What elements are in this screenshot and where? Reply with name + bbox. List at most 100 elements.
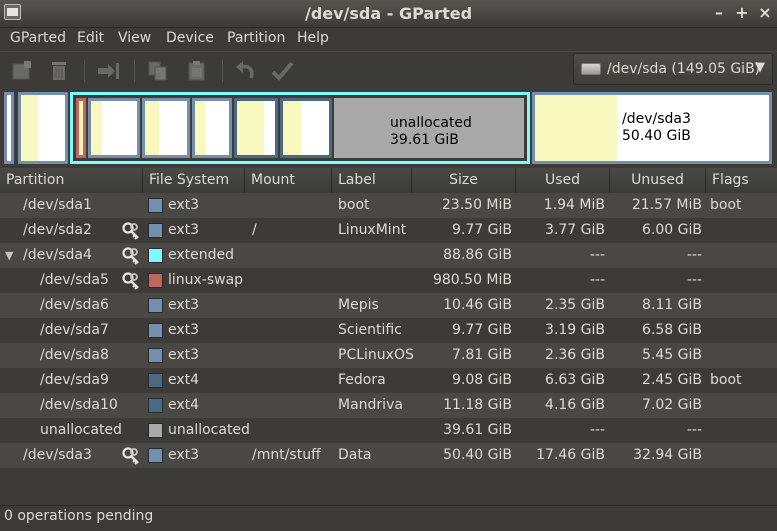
used-space-bar <box>145 101 159 155</box>
table-row[interactable]: ▼ /dev/sda4 extended 88.86 GiB --- --- <box>0 243 777 268</box>
partition-size: 50.40 GiB <box>443 447 512 463</box>
partition-unused: --- <box>686 422 702 438</box>
diskmap-partition-sda3[interactable]: /dev/sda3 50.40 GiB <box>532 92 772 164</box>
table-row[interactable]: /dev/sda6 ext3 Mepis 10.46 GiB 2.35 GiB 8.11 … <box>0 293 777 318</box>
column-header-partition[interactable]: Partition <box>0 168 143 193</box>
menu-gparted[interactable]: GParted <box>10 30 66 46</box>
partition-size: 11.18 GiB <box>443 397 512 413</box>
maximize-button[interactable]: + <box>731 2 753 24</box>
column-header-flags[interactable]: Flags <box>706 168 777 193</box>
partition-label: Fedora <box>338 372 386 388</box>
partition-unused: 2.45 GiB <box>642 372 702 388</box>
diskmap-partition-sda2[interactable] <box>18 92 68 164</box>
diskmap-unallocated[interactable]: unallocated 39.61 GiB <box>334 98 524 158</box>
column-header-used[interactable]: Used <box>516 168 610 193</box>
diskmap-sda3-size: 50.40 GiB <box>622 128 691 144</box>
apply-icon[interactable] <box>270 58 296 84</box>
close-button[interactable]: × <box>754 2 776 24</box>
table-row[interactable]: /dev/sda1 ext3 boot 23.50 MiB 1.94 MiB 21.57 … <box>0 193 777 218</box>
table-row[interactable]: unallocated unallocated 39.61 GiB --- --- <box>0 418 777 443</box>
partition-used: --- <box>589 272 605 288</box>
copy-icon[interactable] <box>145 58 171 84</box>
diskmap-partition-sda4[interactable]: unallocated 39.61 GiB <box>70 92 530 164</box>
table-row[interactable]: /dev/sda10 ext4 Mandriva 11.18 GiB 4.16 GiB 7… <box>0 393 777 418</box>
column-header-mountpoint[interactable]: Mount Point <box>245 168 332 213</box>
partition-used: 2.35 GiB <box>545 297 605 313</box>
menu-partition[interactable]: Partition <box>227 30 285 46</box>
disk-map: unallocated 39.61 GiB /dev/sda3 50.40 Gi… <box>4 92 772 164</box>
menu-view[interactable]: View <box>118 30 151 46</box>
partition-used: 1.94 MiB <box>543 197 605 213</box>
minimize-button[interactable]: – <box>708 2 730 24</box>
partition-used: 2.36 GiB <box>545 347 605 363</box>
column-header-size[interactable]: Size <box>412 168 516 193</box>
partition-used: 17.46 GiB <box>536 447 605 463</box>
partition-unused: 7.02 GiB <box>642 397 702 413</box>
partition-unused: 8.11 GiB <box>642 297 702 313</box>
diskmap-partition-sda5[interactable] <box>76 98 86 158</box>
diskmap-partition-sda10[interactable] <box>280 98 332 158</box>
filesystem-type: ext3 <box>168 347 200 363</box>
partition-flags: boot <box>710 197 742 213</box>
table-row[interactable]: /dev/sda5 linux-swap 980.50 MiB --- --- <box>0 268 777 293</box>
partition-label: boot <box>338 197 370 213</box>
title-bar: /dev/sda - GParted – + × <box>0 0 777 28</box>
diskmap-partition-sda6[interactable] <box>88 98 140 158</box>
used-space-bar <box>535 95 617 161</box>
table-row[interactable]: /dev/sda7 ext3 Scientific 9.77 GiB 3.19 GiB 6… <box>0 318 777 343</box>
partition-name: /dev/sda6 <box>40 297 109 313</box>
paste-icon[interactable] <box>184 58 210 84</box>
partition-name: /dev/sda5 <box>40 272 109 288</box>
table-row[interactable]: /dev/sda3 ext3/mnt/stuff Data 50.40 GiB 17.4… <box>0 443 777 468</box>
column-header-unused[interactable]: Unused <box>610 168 706 193</box>
partition-size: 88.86 GiB <box>443 247 512 263</box>
partition-name: /dev/sda2 <box>23 222 92 238</box>
menu-device[interactable]: Device <box>166 30 214 46</box>
diskmap-partition-sda9[interactable] <box>234 98 278 158</box>
table-row[interactable]: /dev/sda2 ext3 / LinuxMint 9.77 GiB 3.77 GiB 6… <box>0 218 777 243</box>
column-header-label[interactable]: Label <box>332 168 412 193</box>
filesystem-color-swatch <box>148 373 163 388</box>
used-space-bar <box>237 101 264 155</box>
partition-used: 6.63 GiB <box>545 372 605 388</box>
partition-size: 39.61 GiB <box>443 422 512 438</box>
filesystem-type: linux-swap <box>168 272 244 288</box>
key-icon <box>121 221 141 241</box>
status-text: 0 operations pending <box>4 508 154 524</box>
diskmap-partition-sda1[interactable] <box>4 92 14 164</box>
expander-icon[interactable]: ▼ <box>5 243 13 268</box>
device-selector[interactable]: /dev/sda (149.05 GiB) ▼ <box>573 53 773 85</box>
partition-label: Mandriva <box>338 397 403 413</box>
partition-used: 3.19 GiB <box>545 322 605 338</box>
resize-move-icon[interactable] <box>95 58 121 84</box>
undo-icon[interactable] <box>233 58 259 84</box>
partition-name: /dev/sda9 <box>40 372 109 388</box>
filesystem-type: ext3 <box>168 197 200 213</box>
new-icon[interactable] <box>9 58 35 84</box>
column-header-filesystem[interactable]: File System <box>143 168 245 193</box>
menu-help[interactable]: Help <box>297 30 329 46</box>
menu-edit[interactable]: Edit <box>77 30 104 46</box>
used-space-bar <box>283 101 301 155</box>
diskmap-partition-sda7[interactable] <box>142 98 190 158</box>
filesystem-color-swatch <box>148 248 163 263</box>
partition-unused: --- <box>686 272 702 288</box>
delete-icon[interactable] <box>46 58 72 84</box>
partition-size: 23.50 MiB <box>441 197 512 213</box>
partition-name: /dev/sda8 <box>40 347 109 363</box>
diskmap-sda3-name: /dev/sda3 <box>622 111 691 127</box>
partition-name: /dev/sda3 <box>23 447 92 463</box>
filesystem-type: ext4 <box>168 397 200 413</box>
filesystem-color-swatch <box>148 423 163 438</box>
partition-name: /dev/sda1 <box>23 197 92 213</box>
filesystem-color-swatch <box>148 348 163 363</box>
used-space-bar <box>195 101 205 155</box>
table-row[interactable]: /dev/sda9 ext4 Fedora 9.08 GiB 6.63 GiB 2.45 … <box>0 368 777 393</box>
partition-name: /dev/sda7 <box>40 322 109 338</box>
partition-name: /dev/sda4 <box>23 247 92 263</box>
partition-unused: 5.45 GiB <box>642 347 702 363</box>
table-row[interactable]: /dev/sda8 ext3 PCLinuxOS 7.81 GiB 2.36 GiB 5.… <box>0 343 777 368</box>
diskmap-partition-sda8[interactable] <box>192 98 232 158</box>
filesystem-type: unallocated <box>168 422 250 438</box>
partition-label: LinuxMint <box>338 222 407 238</box>
